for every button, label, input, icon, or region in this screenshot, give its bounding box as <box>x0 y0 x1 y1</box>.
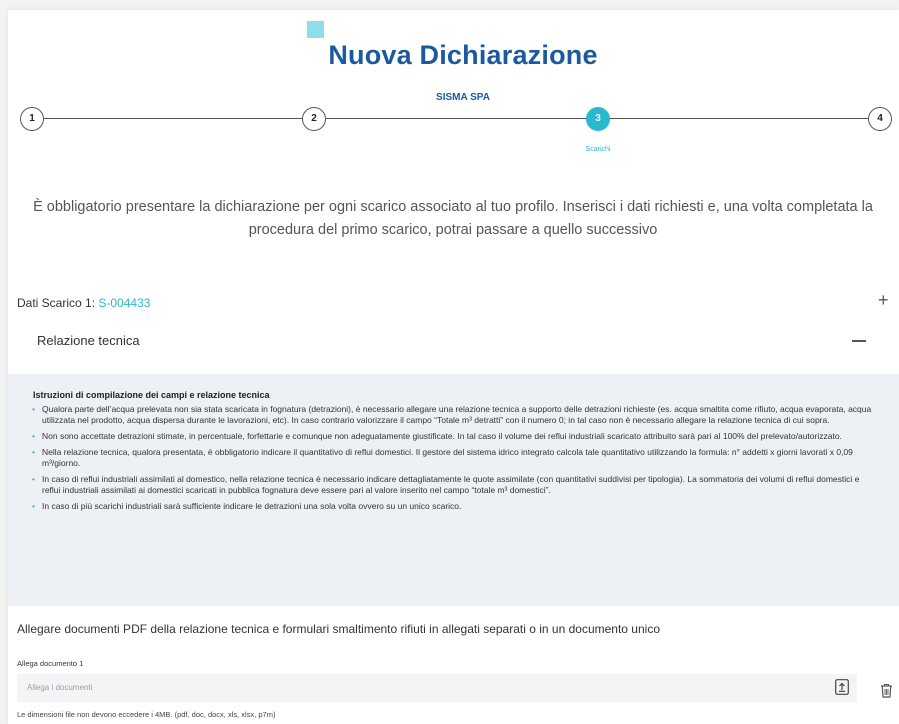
scarico-label: Dati Scarico 1: <box>17 296 96 310</box>
instruction-item: Non sono accettate detrazioni stimate, i… <box>32 431 872 442</box>
minus-icon[interactable] <box>852 340 866 342</box>
attachments-note: Allegare documenti PDF della relazione t… <box>17 622 660 636</box>
upload-placeholder: Allega i documenti <box>27 683 93 692</box>
step-2[interactable]: 2 <box>302 107 326 131</box>
trash-icon[interactable] <box>880 683 893 698</box>
instructions-list: Qualora parte dell’acqua prelevata non s… <box>32 404 872 517</box>
scarico-header: Dati Scarico 1: S-004433 <box>17 296 150 310</box>
declaration-page: Nuova Dichiarazione SISMA SPA 1 2 3 4 Sc… <box>8 10 899 724</box>
instructions-title: Istruzioni di compilazione dei campi e r… <box>33 390 270 400</box>
company-name: SISMA SPA <box>436 92 490 103</box>
plus-icon[interactable]: + <box>878 290 889 310</box>
document-label: Allega documento 1 <box>17 659 84 668</box>
stepper-line <box>30 118 888 119</box>
document-upload-field[interactable]: Allega i documenti <box>17 674 857 702</box>
scarico-code-link[interactable]: S-004433 <box>98 296 150 310</box>
instruction-item: In caso di reflui industriali assimilati… <box>32 474 872 496</box>
instruction-item: Nella relazione tecnica, qualora present… <box>32 447 872 469</box>
instruction-item: In caso di più scarichi industriali sarà… <box>32 501 872 512</box>
instruction-item: Qualora parte dell’acqua prelevata non s… <box>32 404 872 426</box>
step-3-label: Scarichi <box>585 146 611 153</box>
step-4[interactable]: 4 <box>868 107 892 131</box>
intro-text: È obbligatorio presentare la dichiarazio… <box>33 199 873 238</box>
step-1[interactable]: 1 <box>20 107 44 131</box>
file-size-hint: Le dimensioni file non devono eccedere i… <box>17 710 276 719</box>
page-title: Nuova Dichiarazione <box>328 40 598 70</box>
step-3-active[interactable]: 3 <box>586 107 610 131</box>
instructions-panel: Istruzioni di compilazione dei campi e r… <box>8 374 899 606</box>
relazione-title: Relazione tecnica <box>37 333 140 348</box>
logo <box>307 21 324 38</box>
upload-icon[interactable] <box>835 679 849 695</box>
